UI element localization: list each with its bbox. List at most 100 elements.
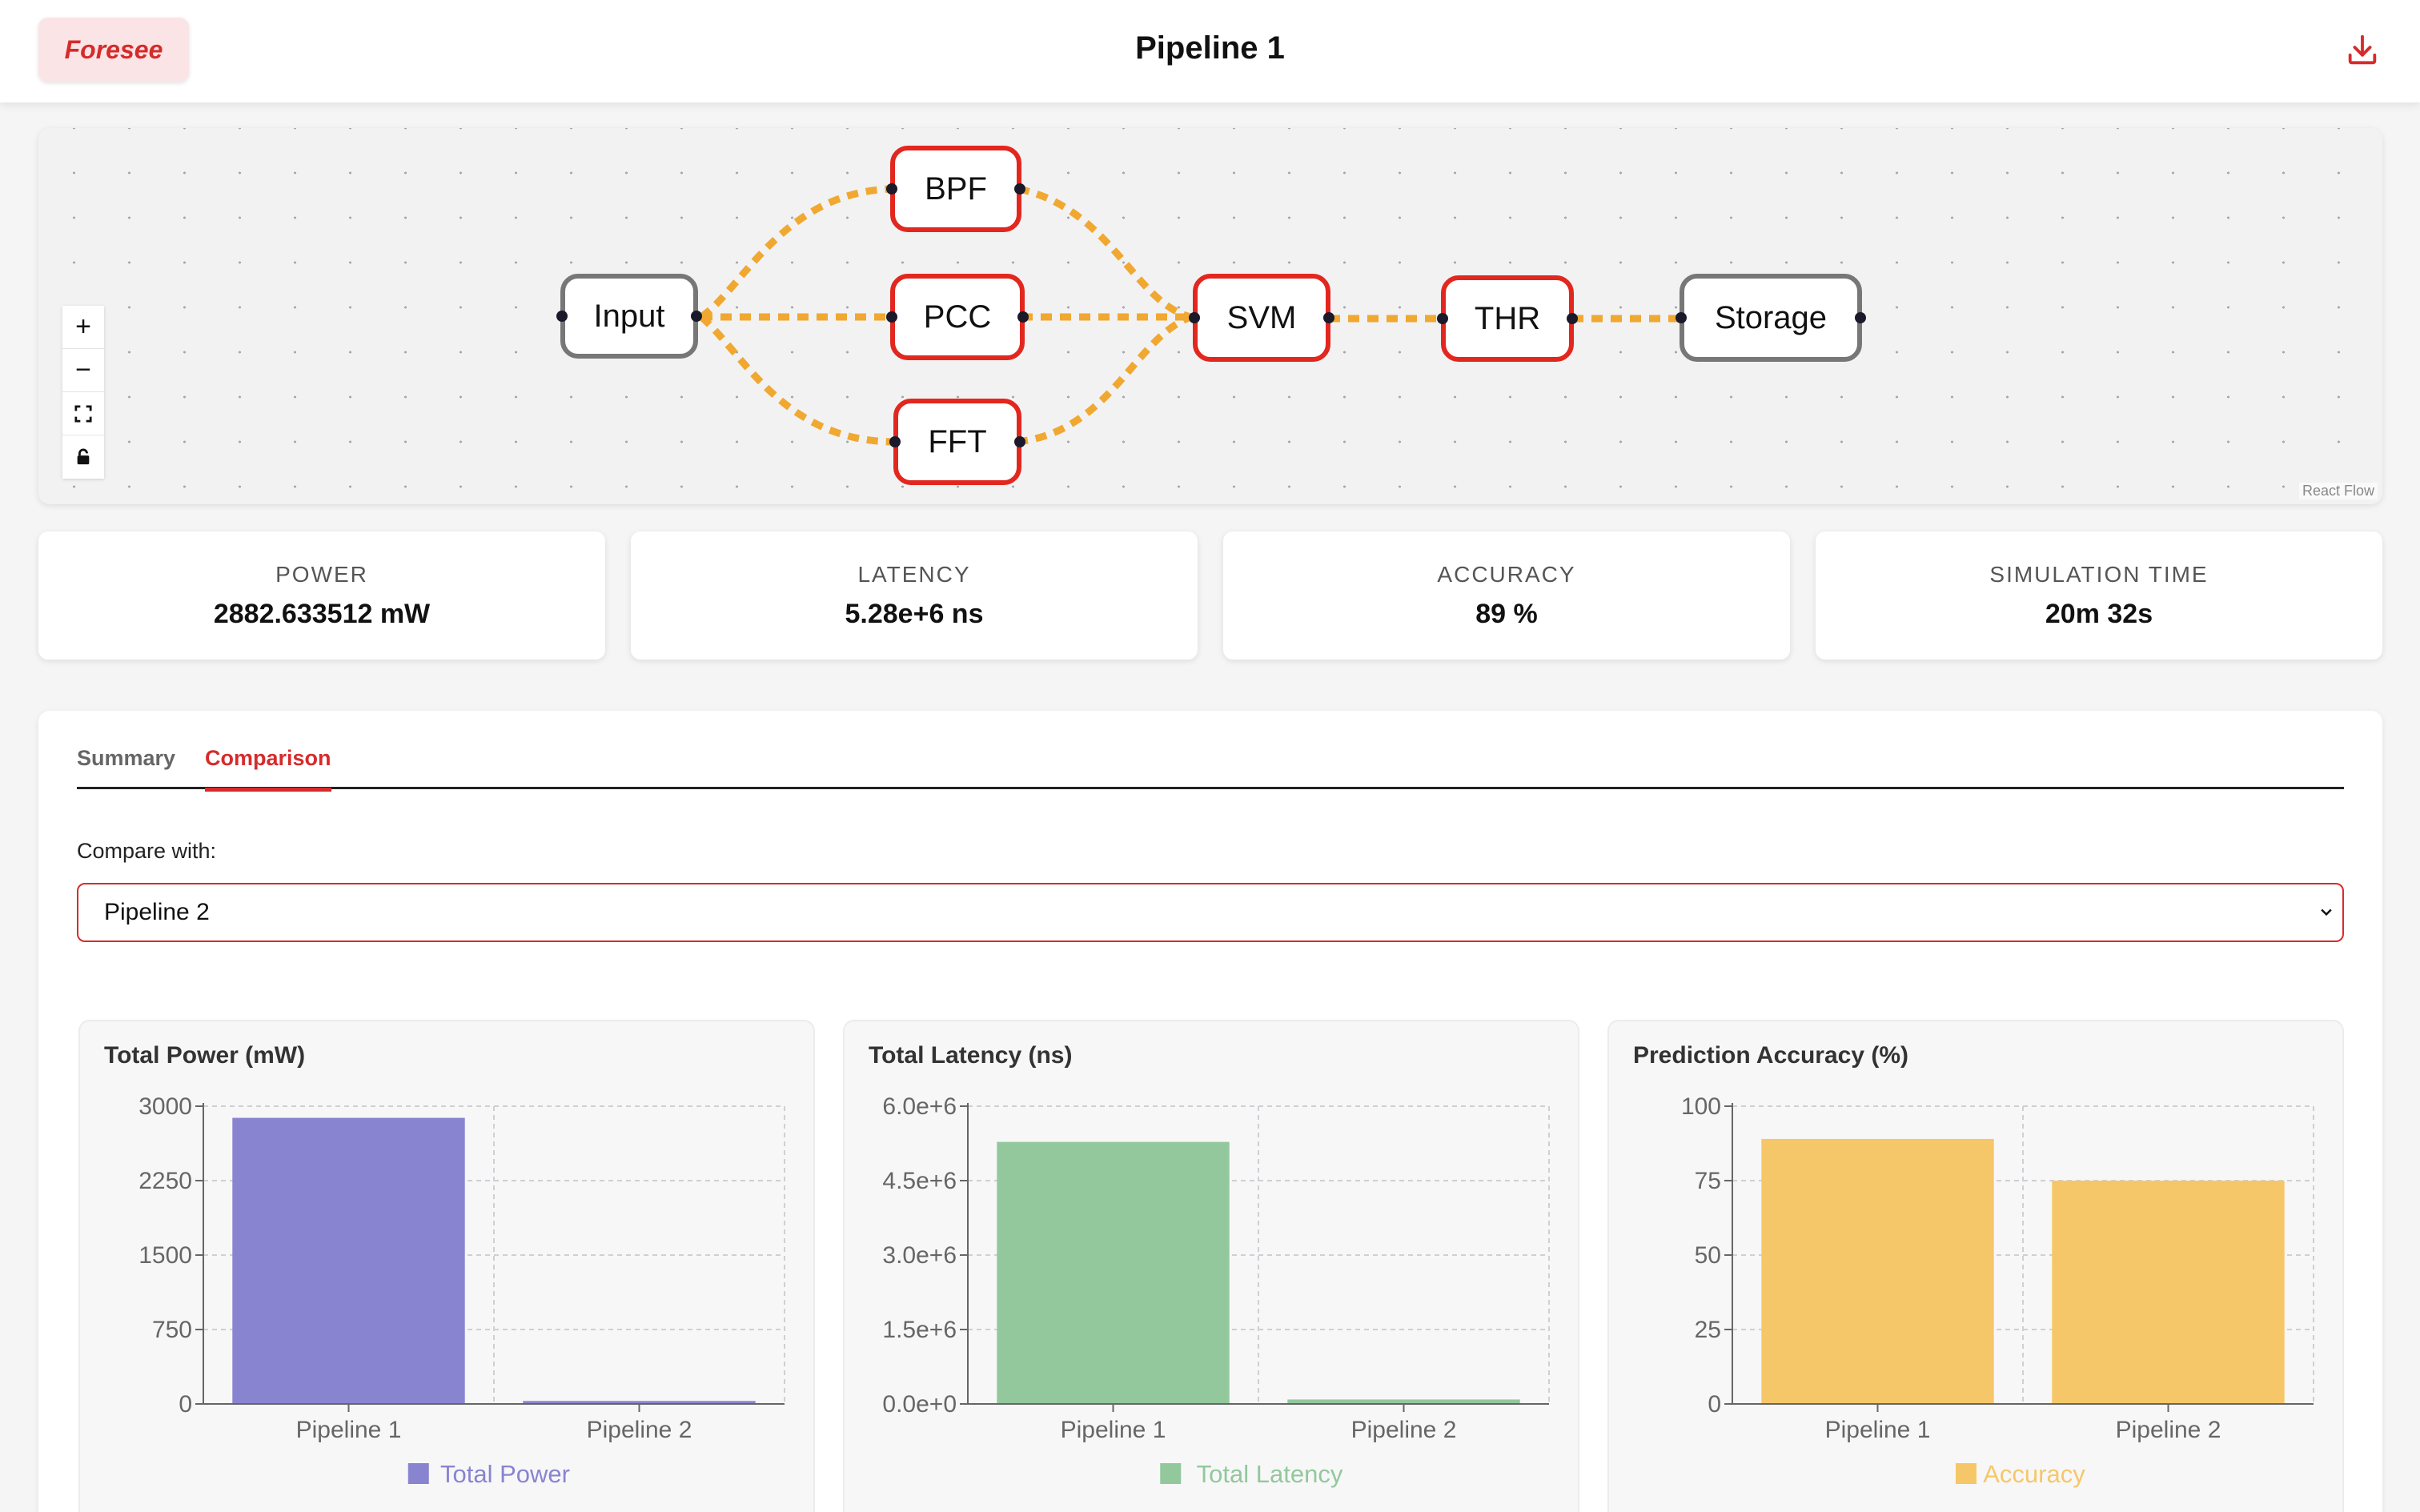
node-pcc-target-handle[interactable] [886,311,897,323]
node-svm-source-handle[interactable] [1323,312,1334,323]
legend-label: Total Latency [1197,1460,1343,1488]
y-tick-label: 750 [152,1317,192,1343]
compare-pipeline-select[interactable]: Pipeline 2 [77,883,2344,942]
react-flow-attribution[interactable]: React Flow [2298,483,2378,499]
metric-label: SIMULATION TIME [1989,562,2209,587]
metric-value: 2882.633512 mW [213,599,431,629]
lock-icon [77,448,90,465]
flow-controls: + − [62,306,104,479]
chevron-down-icon [2318,900,2334,925]
bar[interactable] [2052,1181,2285,1404]
fit-view-button[interactable] [62,392,104,435]
metric-value: 89 % [1475,599,1538,629]
chart-card-latency: Total Latency (ns) 0.0e+0 1.5e+6 3.0e+6 4.5… [843,1020,1579,1512]
compare-with-label: Compare with: [77,839,217,863]
node-bpf-label: BPF [925,170,987,207]
legend-label: Total Power [440,1460,570,1488]
node-storage-source-handle[interactable] [1855,312,1866,323]
edge-bpf-svm [1017,185,1193,321]
x-tick-label: Pipeline 1 [296,1417,402,1443]
y-tick-label: 3.0e+6 [882,1242,957,1269]
chart-card-power: Total Power (mW) 0 750 1500 2250 3000 Pipelin… [78,1020,815,1512]
zoom-in-button[interactable]: + [62,306,104,349]
metric-label: LATENCY [857,562,971,587]
power-chart: 0 750 1500 2250 3000 Pipeline 1 Pipeline 2 Tota… [138,1093,785,1488]
x-tick-label: Pipeline 2 [587,1417,692,1443]
node-svm-target-handle[interactable] [1189,312,1200,323]
y-tick-label: 1500 [138,1242,192,1269]
node-svm-label: SVM [1226,299,1297,335]
latency-chart: 0.0e+0 1.5e+6 3.0e+6 4.5e+6 6.0e+6 Pipeline 1… [882,1093,1550,1488]
y-tick-label: 0 [179,1391,192,1418]
metric-card-simulation-time: SIMULATION TIME 20m 32s [1816,531,2382,660]
tab-summary[interactable]: Summary [77,743,175,789]
metric-card-power: POWER 2882.633512 mW [38,531,605,660]
node-pcc-label: PCC [923,299,992,335]
metric-card-latency: LATENCY 5.28e+6 ns [631,531,1198,660]
page-title: Pipeline 1 [1135,30,1285,66]
node-input-label: Input [593,298,665,334]
node-bpf-source-handle[interactable] [1014,183,1025,195]
y-tick-label: 100 [1681,1093,1721,1120]
legend-swatch [407,1463,429,1484]
download-icon[interactable] [2344,32,2381,69]
y-tick-label: 0 [1708,1391,1721,1418]
tab-comparison[interactable]: Comparison [205,743,331,792]
metric-value: 5.28e+6 ns [845,599,984,629]
node-input-source-handle[interactable] [691,311,702,322]
legend-label: Accuracy [1983,1460,2085,1488]
app-header: Foresee Pipeline 1 [0,0,2420,102]
edge-fft-svm [1016,313,1193,446]
bar[interactable] [997,1141,1230,1404]
edge-input-bpf [699,185,893,320]
node-thr-target-handle[interactable] [1437,313,1448,324]
y-tick-label: 6.0e+6 [882,1093,957,1120]
metric-card-accuracy: ACCURACY 89 % [1223,531,1790,660]
y-tick-label: 25 [1695,1317,1721,1343]
y-tick-label: 2250 [138,1168,192,1194]
pipeline-flow-canvas[interactable]: Input BPF PCC FFT SVM THR Storage + − Re… [38,128,2382,504]
results-panel: Summary Comparison Compare with: Pipelin… [38,711,2382,1512]
legend-swatch [1160,1463,1182,1484]
metric-value: 20m 32s [2045,599,2153,629]
x-tick-label: Pipeline 2 [1351,1417,1457,1443]
y-tick-label: 0.0e+0 [882,1391,957,1418]
y-tick-label: 1.5e+6 [882,1317,957,1343]
metric-label: ACCURACY [1437,562,1576,587]
x-tick-label: Pipeline 1 [1825,1417,1931,1443]
node-fft[interactable]: FFT [889,399,1025,485]
legend-swatch [1956,1463,1977,1484]
node-thr-label: THR [1474,300,1541,336]
node-storage[interactable]: Storage [1676,274,1866,362]
y-tick-label: 75 [1695,1168,1721,1194]
y-tick-label: 4.5e+6 [882,1168,957,1194]
results-tabs: Summary Comparison [77,743,2344,792]
x-tick-label: Pipeline 1 [1061,1417,1166,1443]
x-tick-label: Pipeline 2 [2116,1417,2221,1443]
y-tick-label: 3000 [138,1093,192,1120]
node-thr[interactable]: THR [1437,275,1578,362]
y-tick-label: 50 [1695,1242,1721,1269]
metric-label: POWER [275,562,368,587]
node-input[interactable]: Input [556,274,702,359]
node-storage-target-handle[interactable] [1676,312,1687,323]
node-input-target-handle[interactable] [556,311,568,322]
node-fft-label: FFT [928,423,987,459]
bar[interactable] [232,1117,465,1404]
bar[interactable] [1761,1138,1994,1404]
node-bpf[interactable]: BPF [886,146,1025,232]
chart-card-accuracy: Prediction Accuracy (%) 0 25 50 75 100 Pipeli… [1607,1020,2344,1512]
lock-button[interactable] [62,435,104,479]
fit-view-icon [74,404,92,423]
node-svm[interactable]: SVM [1189,274,1334,362]
node-bpf-target-handle[interactable] [886,183,897,195]
node-pcc-source-handle[interactable] [1017,311,1029,323]
node-fft-target-handle[interactable] [889,436,901,447]
node-pcc[interactable]: PCC [886,274,1029,360]
node-thr-source-handle[interactable] [1567,313,1578,324]
compare-selected-value: Pipeline 2 [104,899,210,925]
node-storage-label: Storage [1714,299,1828,335]
node-fft-source-handle[interactable] [1014,436,1025,447]
zoom-out-button[interactable]: − [62,349,104,392]
accuracy-chart: 0 25 50 75 100 Pipeline 1 Pipeline 2 Accuracy [1681,1093,2314,1488]
